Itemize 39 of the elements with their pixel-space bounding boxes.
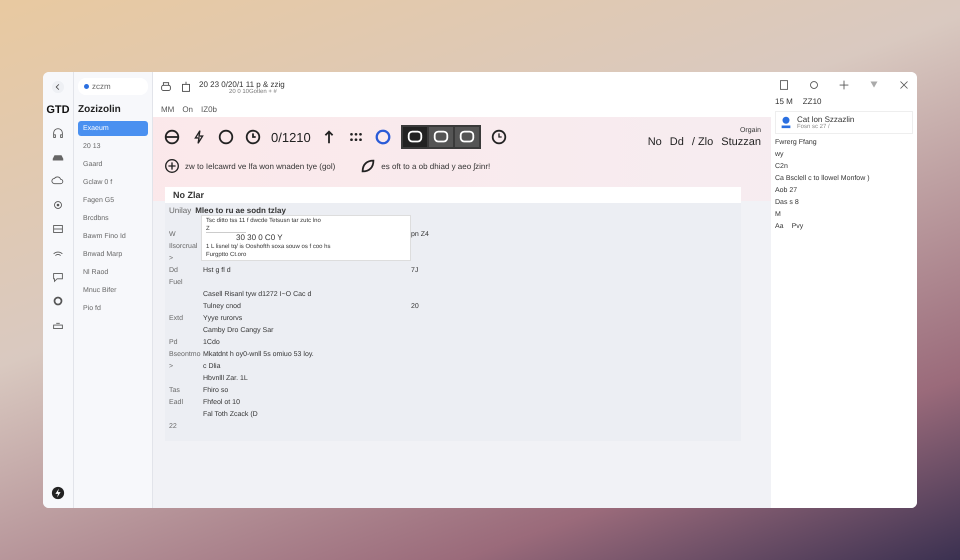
sidebar-title: Zozizolin xyxy=(78,104,122,115)
toolbar-link[interactable]: / Zlo xyxy=(692,136,714,148)
panel-subtitle: Mleo to ru ae sodn tzlay xyxy=(195,206,286,215)
toolbar-link[interactable]: No xyxy=(648,136,662,148)
popup-heading: 30 30 0 C0 Y xyxy=(235,234,284,243)
toggle-button[interactable] xyxy=(428,127,453,147)
clock-icon[interactable] xyxy=(490,128,508,146)
chat-icon[interactable] xyxy=(51,270,65,284)
panel-title: No Zlar xyxy=(173,190,204,200)
panel-header: 15 M xyxy=(775,97,793,106)
circle-icon[interactable] xyxy=(807,78,821,92)
bolt-icon[interactable] xyxy=(51,486,65,500)
breadcrumb-link[interactable]: IZ0b xyxy=(201,105,218,114)
window-tab[interactable]: zczm xyxy=(78,78,148,95)
inbox-icon[interactable] xyxy=(51,222,65,236)
panel-label: Unilay xyxy=(169,206,192,215)
add-circle-icon[interactable] xyxy=(163,157,181,175)
toolbar-link[interactable]: Dd xyxy=(670,136,684,148)
person-icon xyxy=(779,115,793,129)
header-value: ZZ10 xyxy=(802,97,822,106)
breadcrumb-link[interactable]: On xyxy=(182,105,193,114)
clock-icon[interactable] xyxy=(244,128,262,146)
notice-text: zw to Ielcawrd ve lfa won wnaden tye (gol) xyxy=(185,162,336,170)
toggle-button[interactable] xyxy=(454,127,479,147)
window-title: 20 23 0/20/1 11 p & zzig xyxy=(199,80,285,88)
back-icon[interactable] xyxy=(51,80,65,94)
printer-icon[interactable] xyxy=(159,80,173,94)
logo: GTD xyxy=(46,104,70,116)
tablet-icon[interactable] xyxy=(777,78,791,92)
card-title: Cat lon Szzazlin xyxy=(797,115,854,124)
counter-text: 0/1210 xyxy=(271,130,311,144)
leaf-icon[interactable] xyxy=(359,157,378,175)
plus-icon[interactable] xyxy=(837,78,851,92)
headphones-icon[interactable] xyxy=(51,126,65,140)
breadcrumb-link[interactable]: MM xyxy=(161,105,174,114)
help-icon[interactable] xyxy=(374,128,392,146)
notice-text: es oft to a ob dhiad y aeo ʃzinr! xyxy=(381,162,490,170)
toolbar-link[interactable]: Stuzzan xyxy=(721,136,761,148)
toggle-button[interactable] xyxy=(402,127,427,147)
